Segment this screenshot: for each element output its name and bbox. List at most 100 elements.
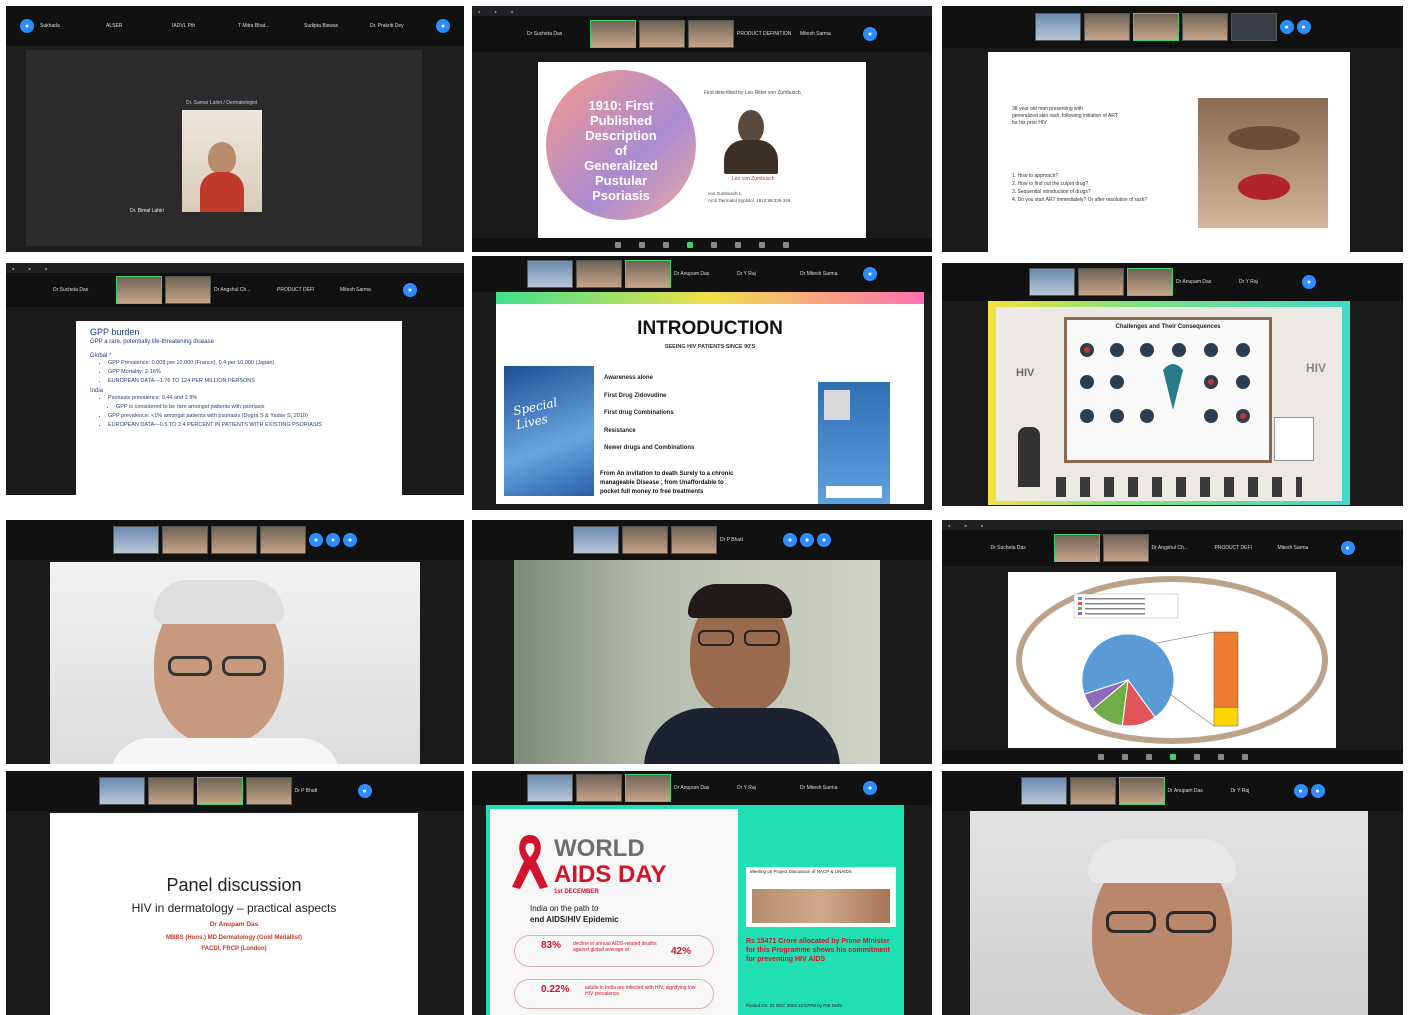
participant-name[interactable]: PRODUCT DEFI <box>1215 545 1275 552</box>
participant-strip[interactable]: Dr Sucheta Das PRODUCT DEFINITION Mitesh… <box>472 16 932 52</box>
participant-icon[interactable]: ● <box>863 781 877 795</box>
participant-thumb[interactable] <box>162 526 208 554</box>
meeting-toolbar[interactable] <box>942 750 1403 764</box>
video-icon[interactable] <box>639 242 645 248</box>
participant-name[interactable]: Dr Anupam Das <box>1168 788 1228 795</box>
video-icon[interactable] <box>1121 754 1128 760</box>
participant-name[interactable]: Dr Angshul Ch... <box>214 287 274 294</box>
participants-icon[interactable] <box>663 242 669 248</box>
reactions-icon[interactable] <box>759 242 765 248</box>
participant-icon[interactable]: ● <box>863 27 877 41</box>
participant-icon[interactable]: ● <box>403 283 417 297</box>
participant-thumb[interactable] <box>211 526 257 554</box>
participant-icon[interactable]: ● <box>20 19 34 33</box>
participant-name[interactable]: Dr Mitesh Sarma <box>800 271 860 278</box>
participant-icon[interactable]: ● <box>1302 275 1316 289</box>
participant-name[interactable]: PRODUCT DEFINITION <box>737 31 797 38</box>
participant-name[interactable]: Dr Y Raj <box>1239 279 1299 286</box>
participant-thumb[interactable] <box>625 260 671 288</box>
participant-thumb[interactable] <box>527 774 573 802</box>
participant-name[interactable]: Dr Mitesh Sarma <box>800 785 860 792</box>
participant-strip[interactable]: Dr Anupam Das Dr Y Raj ● ● <box>942 771 1403 811</box>
participant-name[interactable]: Mitesh Sarma <box>1278 545 1338 552</box>
speaker-video[interactable] <box>514 560 880 764</box>
participant-name[interactable]: PRODUCT DEFI <box>277 287 337 294</box>
participant-strip[interactable]: Dr P Bhatt ● ● ● <box>472 520 932 560</box>
meeting-toolbar[interactable] <box>472 238 932 252</box>
participant-thumb[interactable] <box>1069 777 1116 805</box>
speaker-video[interactable] <box>182 110 262 212</box>
participant-name[interactable]: Mitesh Sarma <box>800 31 860 38</box>
participant-icon[interactable]: ● <box>783 533 797 547</box>
participant-thumb[interactable] <box>1083 13 1130 41</box>
participant-icon[interactable]: ● <box>1293 784 1308 798</box>
participant-strip[interactable]: Dr Anupam Das Dr Y Raj ● <box>942 263 1403 301</box>
participant-thumb[interactable] <box>245 777 292 805</box>
participant-thumb[interactable] <box>1034 13 1081 41</box>
participant-name[interactable]: Dr. Prakriti Dey <box>370 23 430 30</box>
participant-thumb[interactable] <box>1029 268 1075 296</box>
participant-name[interactable]: Dr Sucheta Das <box>53 287 113 294</box>
participant-icon[interactable]: ● <box>1310 784 1325 798</box>
participant-icon[interactable]: ● <box>357 784 372 798</box>
participant-strip[interactable]: ● Sukhada ALSER IADVL Pth T Mitra Bhat..… <box>6 6 464 46</box>
participant-thumb[interactable] <box>113 526 159 554</box>
participant-name[interactable]: T Mitra Bhat... <box>238 23 298 30</box>
participant-name[interactable]: ALSER <box>106 23 166 30</box>
participant-thumb[interactable] <box>1102 534 1149 562</box>
participant-strip[interactable]: Dr Sucheta Das Dr Angshul Ch... PRODUCT … <box>942 530 1403 566</box>
participant-thumb[interactable] <box>1118 777 1165 805</box>
participant-strip[interactable]: Dr Sucheta Das Dr Angshul Ch... PRODUCT … <box>6 273 464 307</box>
participant-thumb[interactable] <box>590 20 636 48</box>
participant-strip[interactable]: ● ● <box>942 6 1403 48</box>
participant-icon[interactable]: ● <box>326 533 340 547</box>
participant-strip[interactable]: ● ● ● <box>6 520 464 560</box>
participant-thumb[interactable] <box>576 260 622 288</box>
chat-icon[interactable] <box>1193 754 1200 760</box>
participant-name[interactable]: Dr Anupam Das <box>674 785 734 792</box>
participant-thumb[interactable] <box>1078 268 1124 296</box>
participant-thumb[interactable] <box>165 276 211 304</box>
participant-strip[interactable]: Dr P Bhatt ● <box>6 771 464 811</box>
participant-thumb[interactable] <box>1127 268 1173 296</box>
participant-icon[interactable]: ● <box>1279 20 1294 34</box>
participant-name[interactable]: Dr Sucheta Das <box>527 31 587 38</box>
participant-icon[interactable]: ● <box>800 533 814 547</box>
speaker-video[interactable] <box>970 811 1368 1015</box>
record-icon[interactable] <box>1217 754 1224 760</box>
participant-thumb[interactable] <box>1132 13 1179 41</box>
participant-thumb[interactable] <box>625 774 671 802</box>
participant-name[interactable]: IADVL Pth <box>172 23 232 30</box>
participant-thumb[interactable] <box>147 777 194 805</box>
participant-icon[interactable]: ● <box>436 19 450 33</box>
participant-icon[interactable]: ● <box>817 533 831 547</box>
participant-name[interactable]: Dr Anupam Das <box>1176 279 1236 286</box>
participant-name[interactable]: Dr Y Raj <box>1231 788 1291 795</box>
participant-icon[interactable]: ● <box>309 533 323 547</box>
participant-thumb[interactable] <box>688 20 734 48</box>
participant-name[interactable]: Dr Angshul Ch... <box>1152 545 1212 552</box>
participant-name[interactable]: Dr Anupam Das <box>674 271 734 278</box>
participant-thumb[interactable] <box>1020 777 1067 805</box>
mic-icon[interactable] <box>615 242 621 248</box>
participant-name[interactable]: Mitesh Sarma <box>340 287 400 294</box>
participant-thumb[interactable] <box>573 526 619 554</box>
participant-thumb[interactable] <box>1230 13 1277 41</box>
share-icon[interactable] <box>1169 754 1176 760</box>
participant-name[interactable]: Dr Y Raj <box>737 785 797 792</box>
record-icon[interactable] <box>735 242 741 248</box>
speaker-video[interactable] <box>50 562 420 764</box>
participant-thumb[interactable] <box>260 526 306 554</box>
participants-icon[interactable] <box>1145 754 1152 760</box>
participant-thumb[interactable] <box>527 260 573 288</box>
participant-thumb[interactable] <box>576 774 622 802</box>
more-icon[interactable] <box>783 242 789 248</box>
participant-strip[interactable]: Dr Anupam Das Dr Y Raj Dr Mitesh Sarma ● <box>472 771 932 805</box>
participant-thumb[interactable] <box>1181 13 1228 41</box>
participant-thumb[interactable] <box>639 20 685 48</box>
participant-icon[interactable]: ● <box>1340 541 1355 555</box>
participant-thumb[interactable] <box>671 526 717 554</box>
participant-icon[interactable]: ● <box>1296 20 1311 34</box>
participant-icon[interactable]: ● <box>343 533 357 547</box>
participant-name[interactable]: Dr P Bhatt <box>295 788 355 795</box>
